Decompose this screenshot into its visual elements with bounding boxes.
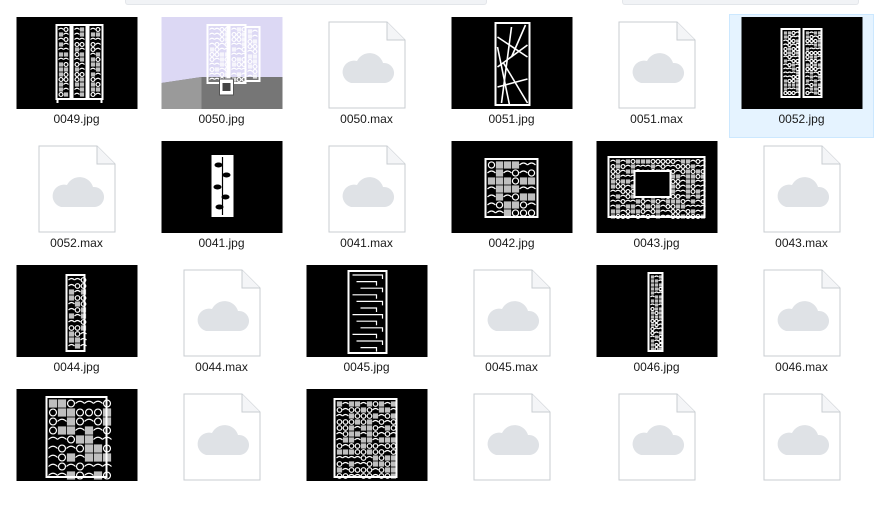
- file-name-label: 0045.max: [485, 360, 538, 374]
- image-file-item[interactable]: 0041.jpg: [149, 138, 294, 262]
- image-file-item[interactable]: 0050.jpg: [149, 14, 294, 138]
- file-name-label: 0052.max: [50, 236, 103, 250]
- double-panel-screen-thumbnail: [741, 17, 862, 109]
- file-name-label: 0041.jpg: [198, 236, 245, 250]
- max-file-item[interactable]: [584, 386, 729, 510]
- room-render-thumbnail: [161, 17, 282, 109]
- file-name-label: 0044.max: [195, 360, 248, 374]
- leaf-panel-thumbnail: [161, 141, 282, 233]
- cloud-file-icon: [617, 21, 697, 109]
- image-file-item[interactable]: 0052.jpg: [729, 14, 874, 138]
- max-file-item[interactable]: [149, 386, 294, 510]
- image-file-item[interactable]: 0049.jpg: [4, 14, 149, 138]
- file-name-label: 0042.jpg: [488, 236, 535, 250]
- image-file-item[interactable]: 0051.jpg: [439, 14, 584, 138]
- max-file-item[interactable]: 0052.max: [4, 138, 149, 262]
- file-name-label: 0045.jpg: [343, 360, 390, 374]
- cloud-file-icon: [327, 21, 407, 109]
- cloud-file-icon: [762, 393, 842, 481]
- cloud-file-icon: [617, 393, 697, 481]
- cloud-file-icon: [37, 145, 117, 233]
- max-file-item[interactable]: 0045.max: [439, 262, 584, 386]
- file-name-label: 0049.jpg: [53, 112, 100, 126]
- file-name-label: 0046.jpg: [633, 360, 680, 374]
- file-name-label: 0041.max: [340, 236, 393, 250]
- file-name-label: 0051.max: [630, 112, 683, 126]
- branch-panel-thumbnail: [451, 17, 572, 109]
- cloud-file-icon: [327, 145, 407, 233]
- file-name-label: 0043.jpg: [633, 236, 680, 250]
- max-file-item[interactable]: 0041.max: [294, 138, 439, 262]
- narrow-panel-thumbnail: [16, 265, 137, 357]
- square-lattice-thumbnail: [451, 141, 572, 233]
- file-name-label: 0046.max: [775, 360, 828, 374]
- cloud-file-icon: [762, 269, 842, 357]
- file-name-label: 0043.max: [775, 236, 828, 250]
- file-name-label: 0051.jpg: [488, 112, 535, 126]
- maze-panel-thumbnail: [306, 265, 427, 357]
- max-file-item[interactable]: 0050.max: [294, 14, 439, 138]
- image-file-item[interactable]: 0043.jpg: [584, 138, 729, 262]
- max-file-item[interactable]: 0051.max: [584, 14, 729, 138]
- triple-panel-screen-thumbnail: [16, 17, 137, 109]
- max-file-item[interactable]: [729, 386, 874, 510]
- file-name-label: 0044.jpg: [53, 360, 100, 374]
- file-name-label: 0050.jpg: [198, 112, 245, 126]
- file-name-label: 0050.max: [340, 112, 393, 126]
- image-file-item[interactable]: [294, 386, 439, 510]
- max-file-item[interactable]: 0043.max: [729, 138, 874, 262]
- slim-panel-thumbnail: [596, 265, 717, 357]
- cloud-file-icon: [762, 145, 842, 233]
- cloud-file-icon: [182, 269, 262, 357]
- dense-lattice-thumbnail: [306, 389, 427, 481]
- image-file-item[interactable]: 0044.jpg: [4, 262, 149, 386]
- max-file-item[interactable]: [439, 386, 584, 510]
- cloud-file-icon: [472, 269, 552, 357]
- floral-panel-thumbnail: [16, 389, 137, 481]
- file-grid: 0049.jpg 0050.jpg 0050.max 0051.jpg 0051.max…: [0, 0, 880, 481]
- file-name-label: 0052.jpg: [778, 112, 825, 126]
- max-file-item[interactable]: 0044.max: [149, 262, 294, 386]
- max-file-item[interactable]: 0046.max: [729, 262, 874, 386]
- image-file-item[interactable]: [4, 386, 149, 510]
- image-file-item[interactable]: 0045.jpg: [294, 262, 439, 386]
- image-file-item[interactable]: 0042.jpg: [439, 138, 584, 262]
- cloud-file-icon: [182, 393, 262, 481]
- wide-lattice-frame-thumbnail: [596, 141, 717, 233]
- image-file-item[interactable]: 0046.jpg: [584, 262, 729, 386]
- cloud-file-icon: [472, 393, 552, 481]
